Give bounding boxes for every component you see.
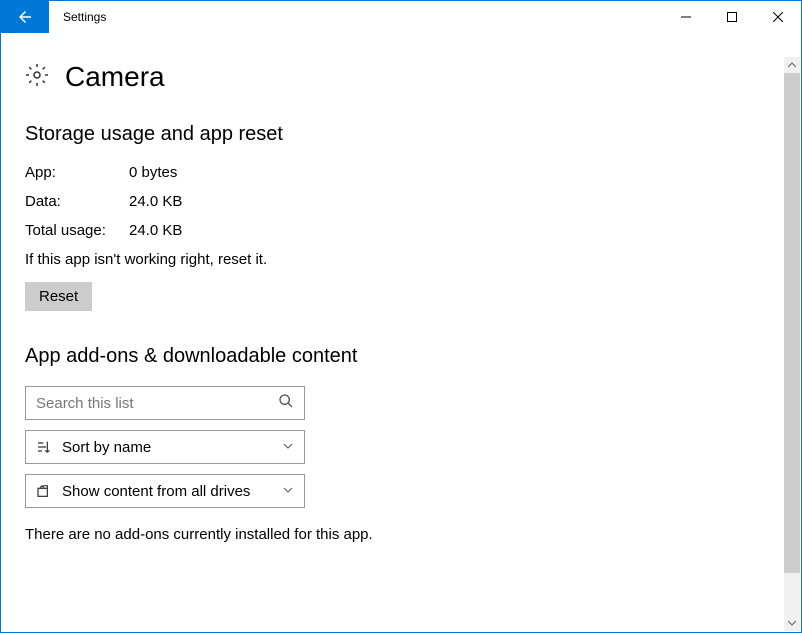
page-title: Camera — [65, 61, 165, 93]
total-usage-value: 24.0 KB — [129, 222, 182, 239]
titlebar: Settings — [1, 1, 801, 33]
data-size-row: Data: 24.0 KB — [25, 193, 777, 210]
app-size-row: App: 0 bytes — [25, 164, 777, 181]
scrollbar-thumb[interactable] — [784, 73, 800, 573]
addons-empty-text: There are no add-ons currently installed… — [25, 526, 777, 543]
chevron-down-icon — [282, 439, 294, 456]
sort-icon — [36, 439, 52, 455]
content-area: Camera Storage usage and app reset App: … — [1, 33, 801, 632]
close-button[interactable] — [755, 1, 801, 33]
reset-hint: If this app isn't working right, reset i… — [25, 251, 777, 268]
total-usage-row: Total usage: 24.0 KB — [25, 222, 777, 239]
drives-dropdown[interactable]: Show content from all drives — [25, 474, 305, 508]
close-icon — [773, 12, 783, 22]
page-header: Camera — [25, 61, 777, 93]
search-icon — [278, 393, 294, 413]
app-size-label: App: — [25, 164, 129, 181]
data-size-label: Data: — [25, 193, 129, 210]
addons-heading: App add-ons & downloadable content — [25, 345, 777, 368]
storage-heading: Storage usage and app reset — [25, 123, 777, 146]
data-size-value: 24.0 KB — [129, 193, 182, 210]
app-size-value: 0 bytes — [129, 164, 177, 181]
scrollbar-down-button[interactable] — [784, 615, 800, 631]
maximize-icon — [727, 12, 737, 22]
gear-icon — [25, 63, 49, 91]
sort-label: Sort by name — [62, 439, 151, 456]
sort-dropdown[interactable]: Sort by name — [25, 430, 305, 464]
back-button[interactable] — [1, 1, 49, 33]
chevron-up-icon — [788, 61, 796, 69]
arrow-left-icon — [16, 8, 34, 26]
reset-button[interactable]: Reset — [25, 282, 92, 311]
window-title: Settings — [49, 1, 663, 33]
total-usage-label: Total usage: — [25, 222, 129, 239]
scrollbar[interactable] — [784, 57, 800, 631]
minimize-icon — [681, 12, 691, 22]
minimize-button[interactable] — [663, 1, 709, 33]
drive-icon — [36, 483, 52, 499]
window-controls — [663, 1, 801, 33]
drives-label: Show content from all drives — [62, 483, 250, 500]
scrollbar-up-button[interactable] — [784, 57, 800, 73]
chevron-down-icon — [282, 483, 294, 500]
search-input[interactable] — [36, 395, 278, 412]
chevron-down-icon — [788, 619, 796, 627]
maximize-button[interactable] — [709, 1, 755, 33]
search-addons[interactable] — [25, 386, 305, 420]
